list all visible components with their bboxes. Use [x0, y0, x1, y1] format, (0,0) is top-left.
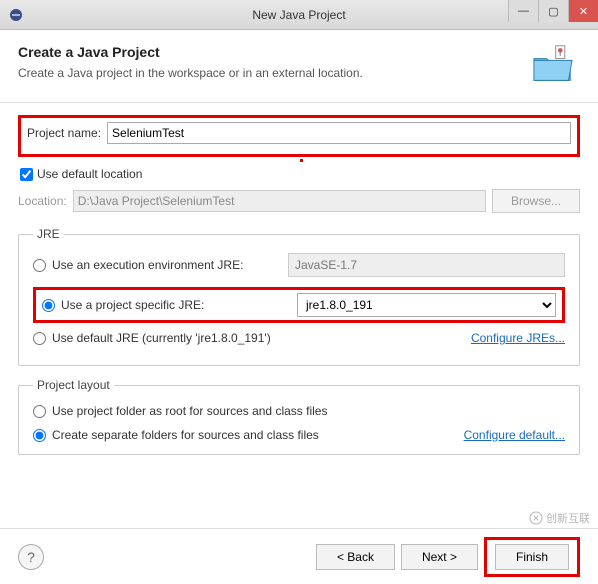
- jre-exec-env-combo: JavaSE-1.7: [288, 253, 565, 277]
- jre-exec-env-radio[interactable]: [33, 259, 46, 272]
- page-title: Create a Java Project: [18, 44, 530, 60]
- layout-separate-radio[interactable]: [33, 429, 46, 442]
- jre-group: JRE Use an execution environment JRE: Ja…: [18, 227, 580, 366]
- use-default-location-label: Use default location: [37, 167, 142, 181]
- use-default-location-checkbox[interactable]: [20, 168, 33, 181]
- back-button[interactable]: < Back: [316, 544, 395, 570]
- folder-icon: [530, 44, 580, 88]
- jre-specific-label: Use a project specific JRE:: [61, 298, 291, 312]
- configure-jres-link[interactable]: Configure JREs...: [471, 331, 565, 345]
- location-input: [73, 190, 486, 212]
- project-name-input[interactable]: [107, 122, 571, 144]
- layout-separate-label: Create separate folders for sources and …: [52, 428, 458, 442]
- jre-default-radio[interactable]: [33, 332, 46, 345]
- layout-root-radio[interactable]: [33, 405, 46, 418]
- configure-default-link[interactable]: Configure default...: [464, 428, 565, 442]
- project-layout-legend: Project layout: [33, 378, 114, 392]
- jre-specific-combo[interactable]: jre1.8.0_191: [297, 293, 556, 317]
- layout-root-label: Use project folder as root for sources a…: [52, 404, 327, 418]
- jre-specific-radio[interactable]: [42, 299, 55, 312]
- jre-exec-env-label: Use an execution environment JRE:: [52, 258, 282, 272]
- project-layout-group: Project layout Use project folder as roo…: [18, 378, 580, 455]
- help-button[interactable]: ?: [18, 544, 44, 570]
- title-bar: New Java Project — ▢ ✕: [0, 0, 598, 30]
- project-name-highlight: Project name:: [18, 115, 580, 157]
- finish-button[interactable]: Finish: [495, 544, 569, 570]
- watermark-text: 创新互联: [546, 510, 590, 526]
- window-controls: — ▢ ✕: [508, 0, 598, 22]
- button-bar: ? < Back Next > Finish Cancel: [0, 528, 598, 584]
- close-button[interactable]: ✕: [568, 0, 598, 22]
- jre-exec-env-value: JavaSE-1.7: [295, 258, 357, 272]
- next-button[interactable]: Next >: [401, 544, 478, 570]
- page-subtitle: Create a Java project in the workspace o…: [18, 66, 530, 80]
- location-label: Location:: [18, 194, 67, 208]
- dialog-content: Project name: Use default location Locat…: [0, 103, 598, 475]
- jre-legend: JRE: [33, 227, 64, 241]
- watermark: 创新互联: [529, 510, 590, 526]
- maximize-button[interactable]: ▢: [538, 0, 568, 22]
- browse-button: Browse...: [492, 189, 580, 213]
- finish-highlight: Finish: [484, 537, 580, 577]
- jre-default-label: Use default JRE (currently 'jre1.8.0_191…: [52, 331, 465, 345]
- annotation-dot: [300, 159, 303, 162]
- minimize-button[interactable]: —: [508, 0, 538, 22]
- dialog-header: Create a Java Project Create a Java proj…: [0, 30, 598, 103]
- project-name-label: Project name:: [27, 126, 101, 140]
- jre-specific-highlight: Use a project specific JRE: jre1.8.0_191: [33, 287, 565, 323]
